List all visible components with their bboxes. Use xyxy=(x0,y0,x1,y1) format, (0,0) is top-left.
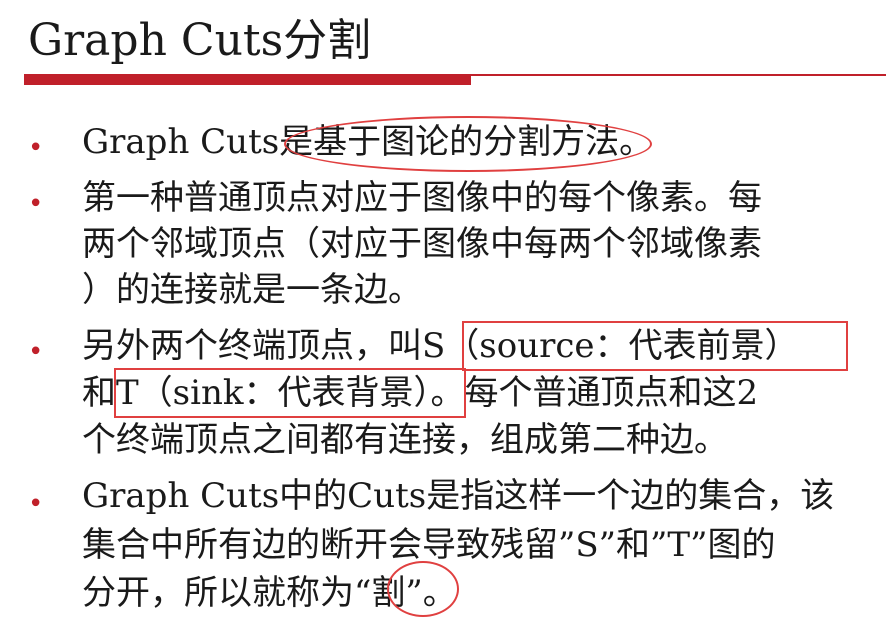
page-title: Graph Cuts分割 xyxy=(28,15,372,66)
title-accent-bar xyxy=(24,76,471,85)
bullet-dot: • xyxy=(28,337,44,367)
bullet-dot: • xyxy=(28,489,44,519)
highlight-circle-cut-character xyxy=(387,561,459,617)
bullet-2-line-1: 第一种普通顶点对应于图像中的每个像素。每 xyxy=(82,178,762,218)
highlight-box-sink-background xyxy=(114,368,466,418)
bullet-4-line-1: Graph Cuts中的Cuts是指这样一个边的集合，该 xyxy=(82,476,835,516)
highlight-oval-graph-theory-method xyxy=(284,116,652,172)
bullet-dot: • xyxy=(28,133,44,163)
bullet-2-line-2: 两个邻域顶点（对应于图像中每两个邻域像素 xyxy=(82,224,762,264)
highlight-box-source-foreground xyxy=(462,321,848,371)
bullet-3-line-3: 个终端顶点之间都有连接，组成第二种边。 xyxy=(82,420,728,460)
bullet-2-line-3: ）的连接就是一条边。 xyxy=(82,270,422,310)
bullet-dot: • xyxy=(28,189,44,219)
